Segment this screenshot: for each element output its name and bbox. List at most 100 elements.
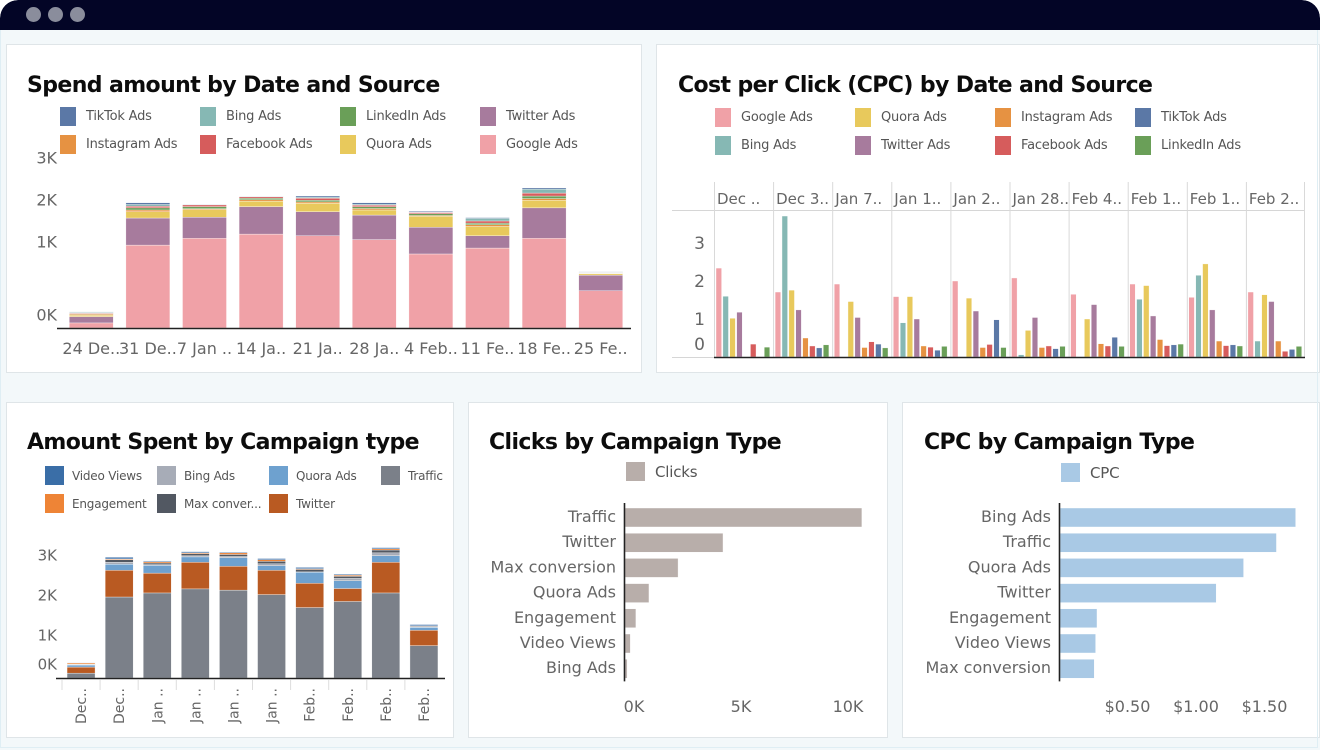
bar-quora-ads bbox=[965, 297, 972, 358]
x-tick-label: 11 Fe.. bbox=[461, 339, 515, 358]
y-category-label: Traffic bbox=[567, 507, 616, 526]
x-tick-label: 5K bbox=[731, 697, 752, 716]
bar-segment-quora-ads bbox=[295, 203, 340, 212]
bar-traffic bbox=[624, 507, 863, 528]
bar-twitter-ads bbox=[854, 317, 861, 358]
bar-tiktok-ads bbox=[1289, 349, 1296, 358]
bar-segment-facebook-ads bbox=[238, 196, 284, 199]
bar-instagram-ads bbox=[920, 345, 927, 358]
x-tick-label: 25 Fe.. bbox=[574, 339, 628, 358]
bar-twitter-ads bbox=[795, 309, 802, 358]
bar-linkedin-ads bbox=[1118, 346, 1125, 358]
bar-tiktok-ads bbox=[816, 347, 823, 358]
bar-linkedin-ads bbox=[823, 344, 830, 358]
x-tick-label: Feb.. bbox=[303, 688, 319, 722]
bar-segment-bing-ads bbox=[333, 578, 362, 581]
bar-segment-engagement bbox=[371, 548, 401, 551]
bar-segment-quora-ads bbox=[238, 200, 284, 207]
bar-instagram-ads bbox=[1275, 340, 1282, 358]
x-tick-label: Feb.. bbox=[379, 688, 395, 722]
bar-segment-video-views bbox=[143, 560, 172, 562]
bar-segment-google-ads bbox=[69, 322, 114, 329]
y-tick-label: 0 bbox=[694, 335, 705, 355]
bar-segment-twitter-ads bbox=[125, 217, 171, 246]
window-close-button[interactable] bbox=[26, 7, 41, 22]
bar-segment-bing-ads bbox=[125, 204, 171, 207]
bar-segment-twitter bbox=[409, 630, 439, 646]
bar-segment-google-ads bbox=[352, 239, 397, 329]
bar-segment-twitter-ads bbox=[182, 216, 227, 239]
bar-quora-ads bbox=[624, 583, 650, 603]
spend-by-date-chart: 0K 1K 2K 3K 24 De..31 De.. 7 Jan .. 14 Ja.. 21 … bbox=[36, 149, 631, 358]
bar-tiktok-ads bbox=[1229, 344, 1236, 358]
bar-segment-instagram-ads bbox=[352, 208, 397, 211]
bar-segment-instagram-ads bbox=[125, 209, 171, 212]
bar-google-ads bbox=[774, 291, 781, 358]
facet-header-label: Dec .. bbox=[717, 190, 760, 208]
bar-quora-ads bbox=[729, 318, 736, 358]
x-tick-label: $1.50 bbox=[1242, 697, 1288, 716]
bar-segment-tiktok-ads bbox=[465, 217, 510, 219]
y-tick-label: 0K bbox=[36, 306, 57, 325]
bar-quora-ads bbox=[1084, 318, 1091, 358]
y-tick-label: 2K bbox=[36, 191, 57, 210]
bar-segment-bing-ads bbox=[219, 556, 248, 558]
window-titlebar bbox=[0, 0, 1320, 30]
bar-twitter-ads bbox=[1091, 304, 1098, 358]
bar-engagement bbox=[624, 608, 637, 629]
bar-bing-ads bbox=[722, 295, 729, 358]
facet-header-label: Jan 1.. bbox=[893, 190, 941, 208]
bar-segment-engagement bbox=[333, 574, 362, 577]
x-tick-label: 18 Fe.. bbox=[517, 339, 571, 358]
window-minimize-button[interactable] bbox=[48, 7, 63, 22]
bar-google-ads bbox=[893, 296, 900, 358]
bar-bing-ads bbox=[781, 215, 788, 358]
x-tick-label: Dec.. bbox=[112, 688, 128, 724]
y-tick-label: 1K bbox=[38, 627, 59, 645]
y-tick-label: 1 bbox=[694, 310, 705, 330]
window-maximize-button[interactable] bbox=[70, 7, 85, 22]
bar-bing-ads bbox=[899, 322, 906, 358]
bar-tiktok-ads bbox=[875, 343, 882, 358]
bar-twitter-ads bbox=[1031, 317, 1038, 358]
bar-bing-ads bbox=[1254, 340, 1261, 358]
cpc-by-date-chart: 0 1 2 3 Dec .. Dec 3.. Jan 7.. Jan 1.. Jan 2.. Ja… bbox=[672, 182, 1305, 359]
facet-header-label: Jan 2.. bbox=[952, 190, 1000, 208]
bar-twitter bbox=[1059, 583, 1217, 603]
x-tick-label: 24 De.. bbox=[62, 339, 120, 358]
x-tick-label: 0K bbox=[624, 697, 645, 716]
y-category-label: Bing Ads bbox=[546, 658, 616, 677]
panel-clicks-by-campaign: Clicks by Campaign Type Clicks Traffic Tw… bbox=[468, 402, 888, 738]
bar-google-ads bbox=[1188, 297, 1195, 358]
bar-tiktok-ads bbox=[1170, 344, 1177, 358]
bar-segment-max-conversion bbox=[143, 562, 172, 565]
bar-segment-engagement bbox=[143, 561, 172, 564]
panel-cpc-by-campaign: CPC by Campaign Type CPC Bing Ads Traffic… bbox=[902, 402, 1320, 738]
bar-linkedin-ads bbox=[764, 346, 771, 358]
bar-facebook-ads bbox=[809, 345, 816, 358]
bar-segment-linkedin-ads bbox=[408, 213, 454, 216]
bar-segment-traffic bbox=[66, 672, 96, 679]
bar-segment-tiktok-ads bbox=[352, 202, 397, 205]
bar-traffic bbox=[1059, 532, 1277, 553]
bar-segment-google-ads bbox=[465, 247, 510, 329]
bar-segment-traffic bbox=[143, 592, 172, 679]
bar-facebook-ads bbox=[1282, 351, 1289, 358]
bar-segment-video-views bbox=[181, 551, 210, 554]
y-category-label: Engagement bbox=[949, 608, 1051, 627]
bar-linkedin-ads bbox=[882, 347, 889, 358]
bar-quora-ads bbox=[847, 301, 854, 358]
bar-bing-ads bbox=[1136, 299, 1143, 358]
bar-segment-quora-ads bbox=[371, 555, 401, 563]
app-window: Spend amount by Date and Source TikTok A… bbox=[0, 0, 1320, 750]
x-tick-label: Feb.. bbox=[341, 688, 357, 722]
bar-segment-bing-ads bbox=[181, 555, 210, 558]
bar-twitter-ads bbox=[1209, 309, 1216, 358]
facet-header-label: Jan 7.. bbox=[834, 190, 882, 208]
bar-quora-ads bbox=[1261, 294, 1268, 358]
bar-segment-quora-ads bbox=[465, 226, 510, 236]
y-tick-label: 0K bbox=[38, 656, 59, 674]
bar-quora-ads bbox=[788, 289, 795, 358]
x-tick-label: 4 Feb.. bbox=[404, 339, 458, 358]
bar-segment-engagement bbox=[257, 559, 286, 562]
